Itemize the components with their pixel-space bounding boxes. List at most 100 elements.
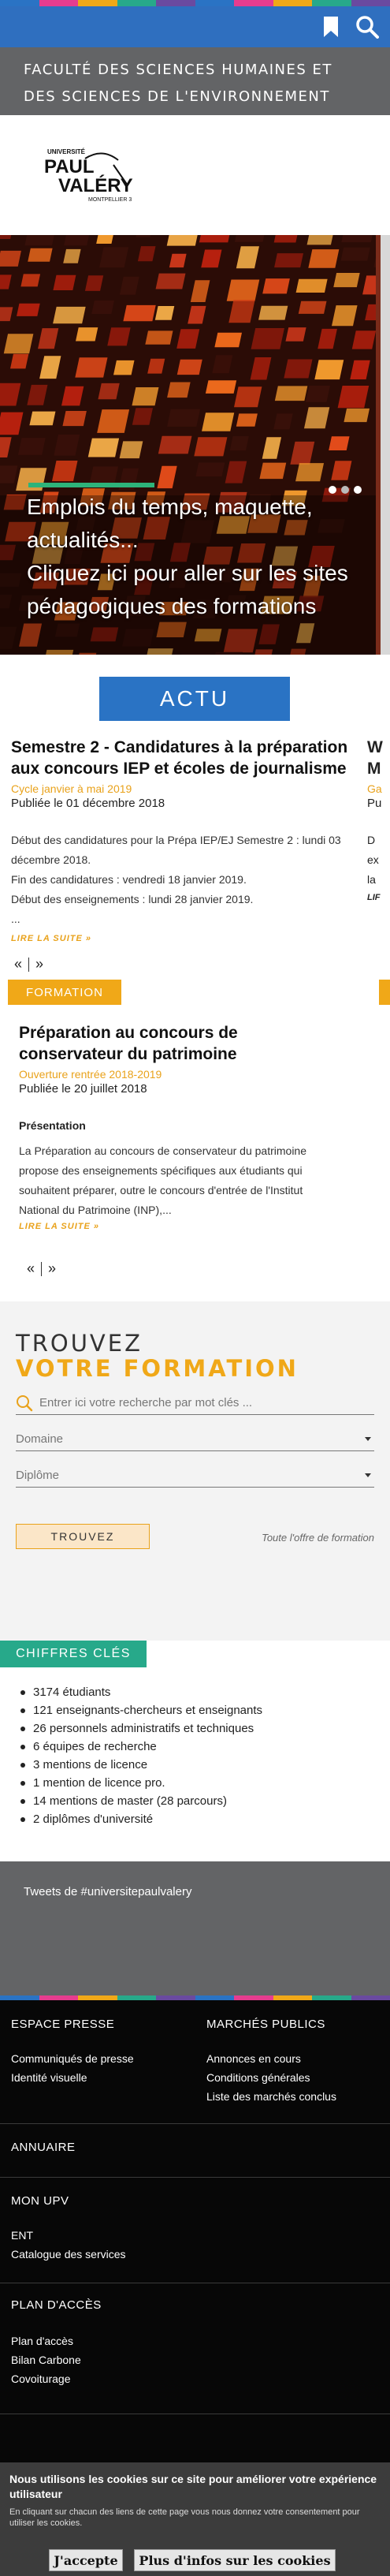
- domaine-select[interactable]: Domaine: [16, 1428, 374, 1451]
- cookie-info-button[interactable]: Plus d'infos sur les cookies: [134, 2549, 336, 2571]
- peek-body-line: D: [367, 834, 376, 846]
- logo-name1: PAUL: [44, 156, 95, 177]
- actu-pager: « »: [14, 956, 43, 973]
- find-button[interactable]: TROUVEZ: [16, 1524, 150, 1549]
- diplome-select-value: Diplôme: [16, 1469, 60, 1482]
- logo-area: UNIVERSITÉ PAUL VALÉRY MONTPELLIER 3: [0, 115, 390, 235]
- stripe-segment: [195, 1995, 234, 2000]
- key-figure-item: 121 enseignants-chercheurs et enseignant…: [20, 1701, 262, 1719]
- search-button[interactable]: [351, 10, 384, 43]
- footer-link-bilan[interactable]: Bilan Carbone: [11, 2354, 81, 2366]
- hero-caption-line2: actualités...: [27, 528, 139, 552]
- peek-date: Pu: [367, 797, 382, 810]
- news-item[interactable]: Semestre 2 - Candidatures à la préparati…: [11, 737, 364, 943]
- chevron-down-icon: [365, 1437, 371, 1441]
- read-more-link[interactable]: LIRE LA SUITE »: [19, 1222, 366, 1231]
- footer-link-plan[interactable]: Plan d'accès: [11, 2335, 73, 2347]
- cookie-subtext: En cliquant sur chacun des liens de cett…: [9, 2507, 381, 2529]
- peek-title-line1: W: [367, 738, 383, 756]
- diplome-select[interactable]: Diplôme: [16, 1464, 374, 1488]
- logo-top-text: UNIVERSITÉ: [47, 148, 86, 155]
- footer-heading-mon-upv[interactable]: MON UPV: [11, 2194, 69, 2208]
- domaine-select-value: Domaine: [16, 1432, 64, 1446]
- news-body-line: ...: [11, 913, 20, 925]
- formation-body: La Préparation au concours de conservate…: [19, 1141, 366, 1220]
- formation-cycle: Ouverture rentrée 2018-2019: [19, 1068, 162, 1081]
- key-figures-tag: CHIFFRES CLÉS: [0, 1641, 147, 1667]
- next-news-peek[interactable]: W M Ga Pu D ex la LIF: [367, 737, 390, 902]
- stripe-segment: [273, 1995, 312, 2000]
- news-body-line: décembre 2018.: [11, 853, 91, 866]
- stripe-segment: [312, 0, 351, 6]
- footer-heading-presse[interactable]: ESPACE PRESSE: [11, 2018, 114, 2031]
- cookie-banner: Nous utilisons les cookies sur ce site p…: [0, 2462, 390, 2576]
- key-figure-item: 26 personnels administratifs et techniqu…: [20, 1719, 262, 1738]
- footer-heading-plan[interactable]: PLAN D'ACCÈS: [11, 2298, 102, 2312]
- all-formations-link[interactable]: Toute l'offre de formation: [262, 1532, 374, 1544]
- top-bar: [0, 6, 390, 47]
- footer-link-ent[interactable]: ENT: [11, 2229, 33, 2242]
- prev-arrow[interactable]: «: [27, 1260, 35, 1277]
- footer-link-catalogue[interactable]: Catalogue des services: [11, 2248, 126, 2261]
- faculty-title-line2: DES SCIENCES DE L'ENVIRONNEMENT: [24, 88, 330, 105]
- tweets-link[interactable]: Tweets de #universitepaulvalery: [24, 1885, 191, 1898]
- formation-body-line: souhaitent préparer, outre le concours d…: [19, 1184, 303, 1197]
- accept-cookies-button[interactable]: J'accepte: [49, 2549, 123, 2571]
- stripe-segment: [117, 0, 156, 6]
- stripe-segment: [351, 0, 390, 6]
- news-title-line1: Semestre 2 - Candidatures à la préparati…: [11, 738, 348, 756]
- find-formation-section: TROUVEZ VOTRE FORMATION Entrer ici votre…: [0, 1301, 390, 1641]
- stripe-segment: [0, 0, 39, 6]
- find-title-line1: TROUVEZ: [16, 1330, 143, 1357]
- peek-cycle: Ga: [367, 782, 382, 795]
- peek-body-line: ex: [367, 853, 379, 866]
- find-title-line2: VOTRE FORMATION: [16, 1355, 299, 1382]
- next-arrow[interactable]: »: [35, 956, 43, 973]
- formation-body-line: propose des enseignements spécifiques au…: [19, 1164, 303, 1177]
- bookmark-button[interactable]: [314, 10, 347, 43]
- university-logo[interactable]: UNIVERSITÉ PAUL VALÉRY MONTPELLIER 3: [39, 141, 142, 209]
- footer-link-marches-conclus[interactable]: Liste des marchés conclus: [206, 2090, 336, 2103]
- next-slide-peek: [376, 235, 390, 655]
- actu-button[interactable]: ACTU: [99, 677, 290, 721]
- formation-item[interactable]: Préparation au concours de conservateur …: [19, 1022, 366, 1231]
- stripe-segment: [156, 0, 195, 6]
- tweets-section: Tweets de #universitepaulvalery: [0, 1861, 390, 1995]
- chevron-down-icon: [365, 1473, 371, 1477]
- pager-separator: [41, 1261, 43, 1276]
- footer-link-identite[interactable]: Identité visuelle: [11, 2071, 87, 2084]
- news-body-line: Fin des candidatures : vendredi 18 janvi…: [11, 873, 247, 886]
- key-figure-item: 2 diplômes d'université: [20, 1810, 262, 1828]
- footer-link-conditions[interactable]: Conditions générales: [206, 2071, 310, 2084]
- footer-heading-annuaire[interactable]: ANNUAIRE: [11, 2141, 76, 2154]
- footer-link-annonces[interactable]: Annonces en cours: [206, 2052, 301, 2065]
- news-title-line2: aux concours IEP et écoles de journalism…: [11, 760, 347, 778]
- news-cycle: Cycle janvier à mai 2019: [11, 782, 132, 795]
- footer-link-communiques[interactable]: Communiqués de presse: [11, 2052, 134, 2065]
- logo-city: MONTPELLIER 3: [88, 197, 132, 203]
- stripe-segment: [273, 0, 312, 6]
- cookie-subtext-line2: utiliser les cookies.: [9, 2518, 83, 2528]
- footer-link-covoiturage[interactable]: Covoiturage: [11, 2373, 71, 2385]
- bookmark-icon: [324, 17, 338, 37]
- stripe-segment: [351, 1995, 390, 2000]
- formation-tag: FORMATION: [8, 980, 121, 1005]
- key-figure-item: 14 mentions de master (28 parcours): [20, 1792, 262, 1810]
- prev-arrow[interactable]: «: [14, 956, 22, 973]
- read-more-link[interactable]: LIRE LA SUITE »: [11, 934, 364, 943]
- faculty-title-line1: FACULTÉ DES SCIENCES HUMAINES ET: [24, 62, 332, 78]
- footer-divider: [0, 2123, 390, 2124]
- next-arrow[interactable]: »: [48, 1260, 56, 1277]
- news-title[interactable]: Semestre 2 - Candidatures à la préparati…: [11, 737, 364, 779]
- search-icon: [17, 1394, 33, 1411]
- keyword-search-input[interactable]: Entrer ici votre recherche par mot clés …: [16, 1391, 374, 1415]
- key-figure-item: 3 mentions de licence: [20, 1756, 262, 1774]
- formation-title[interactable]: Préparation au concours de conservateur …: [19, 1022, 366, 1065]
- color-stripe: [0, 0, 390, 6]
- key-figures-list: 3174 étudiants 121 enseignants-chercheurs…: [20, 1683, 262, 1828]
- cookie-subtext-line1: En cliquant sur chacun des liens de cett…: [9, 2507, 360, 2517]
- hero-caption[interactable]: Emplois du temps, maquette, actualités..…: [27, 491, 358, 623]
- stripe-segment: [234, 1995, 273, 2000]
- footer-heading-marches[interactable]: MARCHÉS PUBLICS: [206, 2018, 325, 2031]
- formation-tag-peek: [379, 980, 390, 1005]
